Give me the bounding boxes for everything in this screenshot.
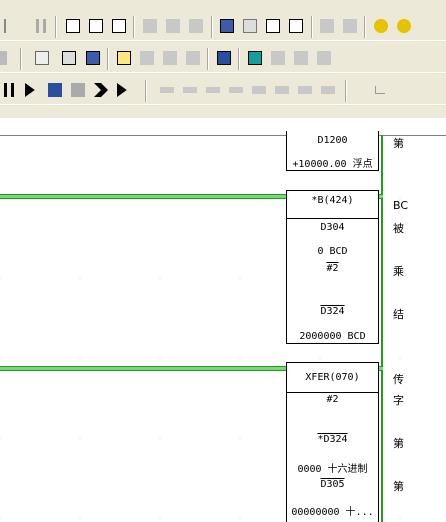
contact-no-icon[interactable] <box>158 81 176 99</box>
rung-line-1-output <box>379 194 383 199</box>
io-map-icon[interactable] <box>246 49 264 67</box>
block2-src2: #2 <box>326 263 339 274</box>
block3-dest-value: 00000000 十... <box>291 507 374 518</box>
print-preview-icon[interactable] <box>64 17 82 35</box>
memory-icon[interactable] <box>215 49 233 67</box>
comment-0: 第 <box>393 137 404 150</box>
disabled-icon-1[interactable] <box>138 49 156 67</box>
comment-3: 乘 <box>393 265 404 278</box>
grid-dots <box>0 118 446 522</box>
block1-value: +10000.00 浮点 <box>292 159 373 170</box>
block3-dest: D305 <box>320 479 345 490</box>
io-table-icon[interactable] <box>84 49 102 67</box>
transfer-icon[interactable] <box>164 17 182 35</box>
step-over-icon[interactable] <box>46 81 64 99</box>
contact-nc-icon[interactable] <box>181 81 199 99</box>
block2-dest: D324 <box>320 306 345 317</box>
function-block-multiply[interactable]: *B(424) D304 0 BCD #2 D324 2000000 BCD <box>286 190 379 344</box>
return-icon[interactable] <box>371 81 389 99</box>
block3-count: #2 <box>326 394 339 405</box>
toolbar-step-icon[interactable] <box>2 17 20 35</box>
unlock-icon[interactable] <box>395 17 413 35</box>
diff-icon[interactable] <box>318 17 336 35</box>
function-block-1[interactable]: D1200 +10000.00 浮点 <box>286 131 379 171</box>
block3-src: *D324 <box>317 434 348 445</box>
block2-name: *B(424) <box>311 195 354 206</box>
step-out-icon[interactable] <box>69 81 87 99</box>
block2-dest-value: 2000000 BCD <box>299 331 366 342</box>
disabled-icon-2[interactable] <box>161 49 179 67</box>
trace-icon[interactable] <box>341 17 359 35</box>
section-divider <box>0 135 446 136</box>
comment-1: BC <box>393 199 409 212</box>
layers-icon[interactable] <box>60 49 78 67</box>
watch-icon[interactable] <box>241 17 259 35</box>
toolbar-row-3 <box>0 78 446 105</box>
function-block-xfer[interactable]: XFER(070) #2 *D324 0000 十六进制 D305 000000… <box>286 362 379 522</box>
forced-reset-icon[interactable] <box>287 17 305 35</box>
coil-icon[interactable] <box>204 81 222 99</box>
ladder-editor[interactable]: D1200 +10000.00 浮点 *B(424) D304 0 BCD #2… <box>0 118 446 522</box>
disabled-icon-6[interactable] <box>315 49 333 67</box>
disabled-icon-5[interactable] <box>292 49 310 67</box>
pin-icon[interactable] <box>319 81 337 99</box>
block3-name: XFER(070) <box>305 372 360 383</box>
compare-icon[interactable] <box>187 17 205 35</box>
step-in-icon[interactable] <box>23 81 41 99</box>
protect-icon[interactable] <box>372 17 390 35</box>
fast-forward-icon[interactable] <box>92 81 110 99</box>
rung-line-1 <box>0 194 286 199</box>
block3-src-value: 0000 十六进制 <box>297 464 368 475</box>
pause-icon[interactable] <box>32 17 50 35</box>
coil-nc-icon[interactable] <box>227 81 245 99</box>
block1-addr: D1200 <box>317 135 348 146</box>
comment-2: 被 <box>393 222 404 235</box>
comment-8: 第 <box>393 480 404 493</box>
block2-src1-value: 0 BCD <box>317 246 348 257</box>
print-icon[interactable] <box>87 17 105 35</box>
rung-line-2 <box>0 366 286 371</box>
disabled-icon-3[interactable] <box>184 49 202 67</box>
comment-7: 第 <box>393 437 404 450</box>
toolbar-row-2 <box>0 46 446 73</box>
comment-5: 传 <box>393 373 404 386</box>
monitor-icon[interactable] <box>218 17 236 35</box>
disabled-icon-4[interactable] <box>269 49 287 67</box>
find-icon[interactable] <box>110 17 128 35</box>
instruction-icon[interactable] <box>296 81 314 99</box>
comment-4: 结 <box>393 308 404 321</box>
vertical-line-icon[interactable] <box>250 81 268 99</box>
toolbar-arrow-icon[interactable] <box>0 49 12 67</box>
program-icon[interactable] <box>33 49 51 67</box>
toolbar-row-1 <box>0 14 446 41</box>
forced-set-icon[interactable] <box>264 17 282 35</box>
rung-line-2-output <box>379 366 383 371</box>
block2-src1: D304 <box>320 222 345 233</box>
comment-6: 字 <box>393 394 404 407</box>
horizontal-line-icon[interactable] <box>273 81 291 99</box>
pause-icon[interactable] <box>0 81 18 99</box>
edit-comment-icon[interactable] <box>115 49 133 67</box>
online-icon[interactable] <box>141 17 159 35</box>
run-to-end-icon[interactable] <box>115 81 133 99</box>
